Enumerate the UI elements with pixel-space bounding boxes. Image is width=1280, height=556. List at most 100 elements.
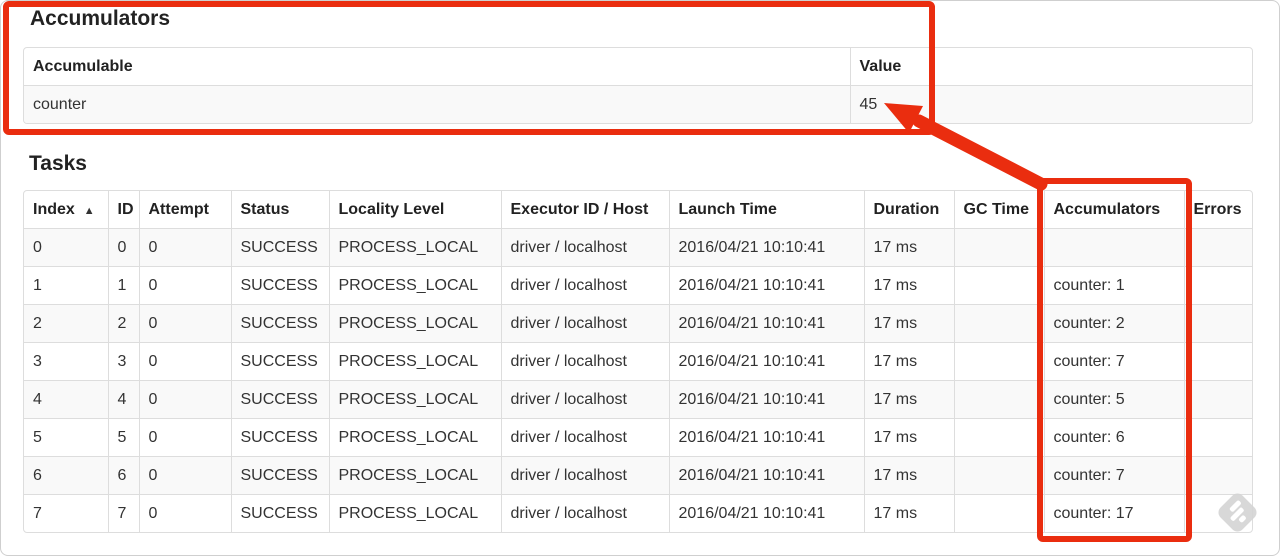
column-header-label: Executor ID / Host [510, 200, 649, 218]
table-cell [953, 228, 1044, 267]
table-cell: PROCESS_LOCAL [328, 418, 501, 457]
table-row: 3 3 0 SUCCESS PROCESS_LOCAL driver / localhos… [24, 342, 1252, 381]
column-header-index[interactable]: Index ▲ [24, 191, 108, 229]
column-header-label: Accumulators [1053, 200, 1161, 218]
table-cell: 0 [138, 304, 231, 343]
table-cell [953, 418, 1044, 457]
table-cell [1183, 380, 1252, 419]
table-cell: SUCCESS [230, 342, 329, 381]
column-header-duration[interactable]: Duration [863, 191, 954, 229]
table-cell: driver / localhost [500, 304, 669, 343]
table-cell: 0 [138, 494, 231, 532]
table-row: 6 6 0 SUCCESS PROCESS_LOCAL driver / localhos… [24, 456, 1252, 495]
table-cell: 0 [138, 342, 231, 381]
table-cell: SUCCESS [230, 266, 329, 305]
column-header-attempt[interactable]: Attempt [138, 191, 231, 229]
table-cell: 2016/04/21 10:10:41 [668, 494, 864, 532]
table-cell: 2016/04/21 10:10:41 [668, 266, 864, 305]
column-header-status[interactable]: Status [230, 191, 329, 229]
table-cell: 1 [24, 266, 108, 305]
table-cell: SUCCESS [230, 380, 329, 419]
sort-ascending-icon: ▲ [83, 204, 95, 217]
column-header-errors[interactable]: Errors [1183, 191, 1252, 229]
table-cell [1183, 266, 1252, 305]
table-cell [1183, 304, 1252, 343]
table-cell: 2016/04/21 10:10:41 [668, 418, 864, 457]
table-cell: PROCESS_LOCAL [328, 456, 501, 495]
table-cell [953, 266, 1044, 305]
table-cell [953, 494, 1044, 532]
table-cell [1043, 228, 1184, 267]
table-cell: counter: 1 [1043, 266, 1184, 305]
annotation-arrow-shaft [912, 114, 1048, 191]
table-cell: 17 ms [863, 228, 954, 267]
column-header-gc-time[interactable]: GC Time [953, 191, 1044, 229]
table-cell: 2 [24, 304, 108, 343]
table-cell [1183, 418, 1252, 457]
table-cell: 2016/04/21 10:10:41 [668, 380, 864, 419]
column-header-label: Status [240, 200, 290, 218]
column-header-executor-id-host[interactable]: Executor ID / Host [500, 191, 669, 229]
table-cell: counter: 6 [1043, 418, 1184, 457]
table-cell: driver / localhost [500, 266, 669, 305]
table-cell: 17 ms [863, 304, 954, 343]
table-cell: 2016/04/21 10:10:41 [668, 304, 864, 343]
table-cell: 0 [138, 228, 231, 267]
accumulators-table-header-row: Accumulable Value [24, 48, 1252, 86]
column-header-accumulators[interactable]: Accumulators [1043, 191, 1184, 229]
table-row: 7 7 0 SUCCESS PROCESS_LOCAL driver / localhos… [24, 494, 1252, 532]
column-header-label: Duration [873, 200, 940, 218]
column-header-locality-level[interactable]: Locality Level [328, 191, 501, 229]
column-header-label: ID [117, 200, 134, 218]
table-cell: driver / localhost [500, 418, 669, 457]
table-cell: SUCCESS [230, 456, 329, 495]
column-header-label: GC Time [963, 200, 1030, 218]
table-cell: 7 [24, 494, 108, 532]
table-cell: driver / localhost [500, 228, 669, 267]
tasks-section-title: Tasks [29, 152, 87, 175]
table-row: 0 0 0 SUCCESS PROCESS_LOCAL driver / localhos… [24, 228, 1252, 267]
table-cell: 2 [107, 304, 139, 343]
column-header-label: Locality Level [338, 200, 445, 218]
accumulators-section-title: Accumulators [30, 7, 171, 30]
table-cell: 17 ms [863, 494, 954, 532]
table-cell: 5 [24, 418, 108, 457]
table-cell: driver / localhost [500, 380, 669, 419]
column-header-label: Launch Time [678, 200, 777, 218]
table-cell: 1 [107, 266, 139, 305]
table-cell: SUCCESS [230, 494, 329, 532]
table-cell: driver / localhost [500, 494, 669, 532]
table-cell: 3 [24, 342, 108, 381]
column-header-label: Value [859, 57, 902, 75]
column-header-launch-time[interactable]: Launch Time [668, 191, 864, 229]
table-cell: counter: 17 [1043, 494, 1184, 532]
table-cell [953, 342, 1044, 381]
table-cell: SUCCESS [230, 418, 329, 457]
column-header-label: Attempt [148, 200, 209, 218]
table-cell: 5 [107, 418, 139, 457]
column-header-accumulable: Accumulable [24, 48, 850, 86]
column-header-label: Index [33, 200, 75, 218]
column-header-value: Value [849, 48, 1252, 86]
column-header-id[interactable]: ID [107, 191, 139, 229]
table-row: 5 5 0 SUCCESS PROCESS_LOCAL driver / localhos… [24, 418, 1252, 457]
table-cell: 0 [24, 228, 108, 267]
table-row: 2 2 0 SUCCESS PROCESS_LOCAL driver / localhos… [24, 304, 1252, 343]
table-cell: 3 [107, 342, 139, 381]
table-cell: 45 [849, 85, 1252, 123]
table-cell: PROCESS_LOCAL [328, 304, 501, 343]
accumulators-table: Accumulable Value counter 45 [23, 47, 1253, 124]
table-cell: 17 ms [863, 418, 954, 457]
table-cell [953, 304, 1044, 343]
table-row: 1 1 0 SUCCESS PROCESS_LOCAL driver / localhos… [24, 266, 1252, 305]
table-cell: 0 [138, 418, 231, 457]
table-cell: counter: 7 [1043, 456, 1184, 495]
table-cell [953, 456, 1044, 495]
table-cell: 17 ms [863, 266, 954, 305]
table-cell: 2016/04/21 10:10:41 [668, 342, 864, 381]
table-cell: 0 [138, 456, 231, 495]
column-header-label: Accumulable [33, 57, 133, 75]
table-cell: 17 ms [863, 456, 954, 495]
tasks-table-header-row: Index ▲ ID Attempt Status Locality Level Execu… [24, 191, 1252, 229]
table-cell: driver / localhost [500, 342, 669, 381]
